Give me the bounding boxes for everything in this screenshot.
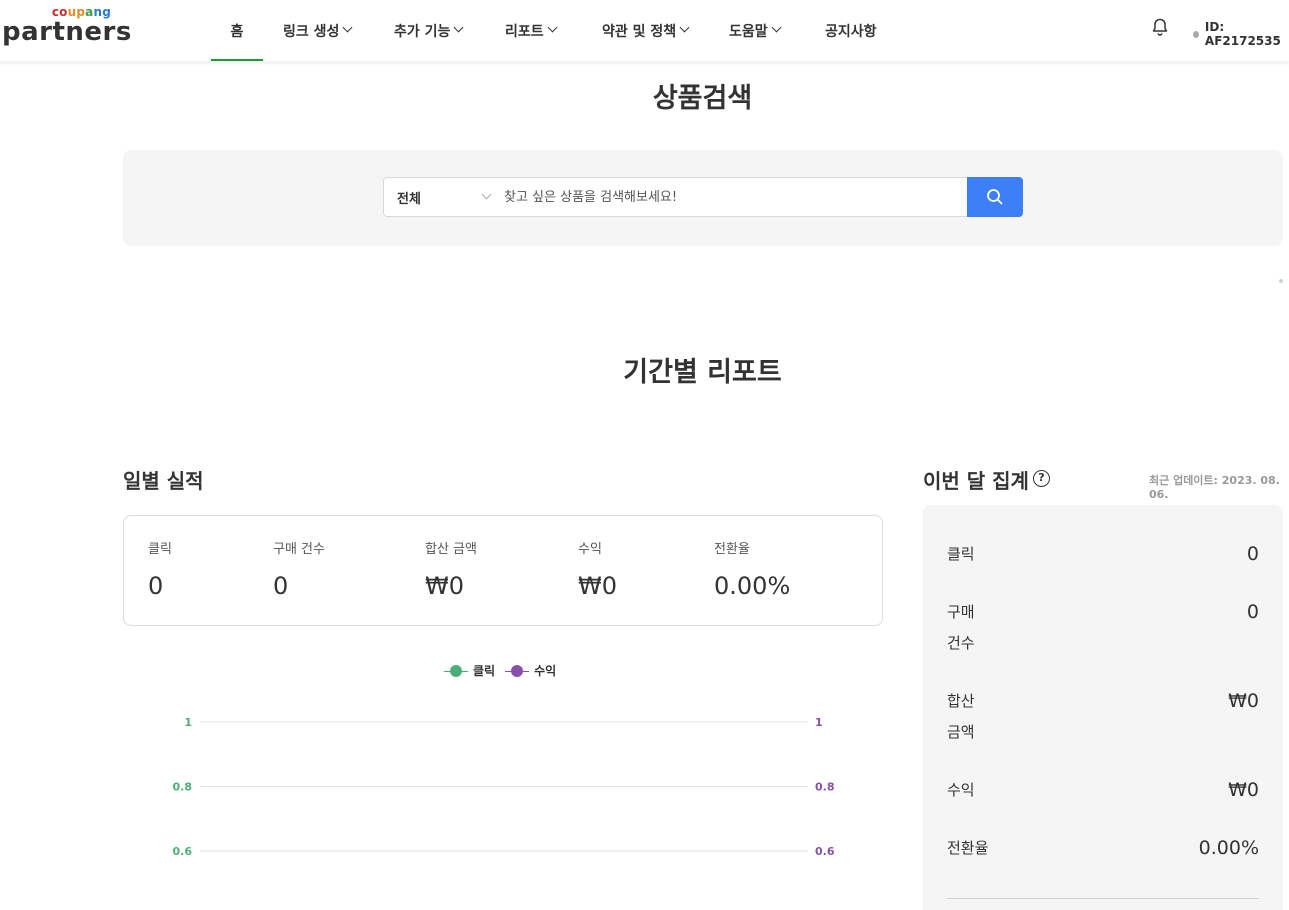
stat-label: 구매 건수 bbox=[273, 542, 325, 557]
stat-conversion-rate: 전환율 0.00% bbox=[714, 538, 790, 600]
nav-item-label: 홈 bbox=[230, 23, 244, 40]
coupang-partners-logo[interactable]: coupang partners bbox=[2, 5, 131, 49]
stat-purchases: 구매 건수 0 bbox=[273, 538, 325, 600]
divider bbox=[947, 898, 1259, 899]
nav-item[interactable]: 약관 및 정책 bbox=[582, 0, 709, 61]
search-input[interactable] bbox=[498, 177, 967, 217]
monthly-row-value: 0.00% bbox=[1198, 837, 1259, 859]
stat-label: 수익 bbox=[578, 542, 602, 557]
daily-chart: 1 1 0.8 0.8 0.6 0.6 bbox=[173, 716, 835, 858]
legend-marker-icon bbox=[444, 664, 468, 678]
legend-item-clicks[interactable]: 클릭 bbox=[444, 662, 495, 679]
legend-marker-icon bbox=[505, 664, 530, 678]
stat-label: 클릭 bbox=[148, 542, 172, 557]
stat-value: 0 bbox=[148, 572, 164, 600]
nav-item-label: 추가 기능 bbox=[394, 23, 451, 40]
nav-item[interactable]: 링크 생성 bbox=[263, 0, 374, 61]
product-search-title: 상품검색 bbox=[652, 83, 753, 114]
monthly-row-label: 클릭 bbox=[947, 545, 975, 563]
stat-value: 0.00% bbox=[714, 572, 791, 600]
y-left-tick-label: 0.8 bbox=[173, 781, 193, 794]
monthly-row-label: 전환율 bbox=[947, 839, 989, 857]
legend-label: 수익 bbox=[534, 664, 557, 678]
last-update-text: 최근 업데이트: 2023. 08. 06. bbox=[1149, 474, 1280, 501]
decorative-dot bbox=[1279, 279, 1283, 283]
monthly-row-value: 0 bbox=[1246, 601, 1259, 623]
chevron-down-icon bbox=[771, 22, 782, 33]
chart-legend: 클릭 수익 bbox=[444, 662, 566, 679]
stat-value: ₩0 bbox=[578, 572, 617, 600]
chevron-down-icon bbox=[547, 22, 558, 33]
chevron-down-icon bbox=[679, 22, 690, 33]
help-icon[interactable]: ? bbox=[1033, 470, 1050, 487]
category-select[interactable]: 전체 bbox=[383, 177, 498, 217]
category-select-value: 전체 bbox=[397, 191, 421, 207]
nav-item[interactable]: 홈 bbox=[211, 0, 263, 61]
search-icon bbox=[987, 189, 1003, 205]
monthly-row-label: 합산 금액 bbox=[947, 692, 975, 741]
daily-stats-card: 클릭 0 구매 건수 0 합산 금액 ₩0 수익 ₩0 전환율 0.00% bbox=[123, 515, 883, 626]
top-header: coupang partners 홈 링크 생성 추가 기능 리포트 약관 및 정책 도움… bbox=[0, 0, 1289, 61]
chevron-down-icon bbox=[481, 189, 492, 199]
nav-item-label: 도움말 bbox=[729, 23, 768, 40]
monthly-row-label: 구매 건수 bbox=[947, 603, 975, 652]
nav-item[interactable]: 공지사항 bbox=[805, 0, 885, 61]
user-id-menu[interactable]: ID: AF2172535 bbox=[1193, 20, 1289, 48]
chevron-down-icon bbox=[453, 22, 464, 33]
nav-item[interactable]: 리포트 bbox=[485, 0, 582, 61]
main-nav: 홈 링크 생성 추가 기능 리포트 약관 및 정책 도움말 공지사항 bbox=[211, 0, 885, 61]
stat-clicks: 클릭 0 bbox=[148, 538, 172, 600]
y-right-tick-label: 0.8 bbox=[815, 781, 835, 794]
monthly-row-value: ₩0 bbox=[1228, 690, 1259, 712]
stat-label: 합산 금액 bbox=[425, 542, 477, 557]
stat-value: 0 bbox=[273, 572, 289, 600]
nav-item-label: 공지사항 bbox=[825, 23, 877, 40]
search-button[interactable] bbox=[967, 177, 1023, 217]
status-dot bbox=[1193, 30, 1199, 38]
stat-value: ₩0 bbox=[425, 572, 464, 600]
y-right-tick-label: 1 bbox=[815, 716, 823, 729]
legend-label: 클릭 bbox=[473, 664, 496, 678]
stat-revenue: 수익 ₩0 bbox=[578, 538, 617, 600]
stat-total-amount: 합산 금액 ₩0 bbox=[425, 538, 477, 600]
y-left-tick-label: 1 bbox=[184, 716, 192, 729]
notification-bell-icon[interactable] bbox=[1150, 17, 1170, 37]
nav-item-label: 약관 및 정책 bbox=[602, 23, 677, 40]
monthly-summary-card: 클릭 0 구매 건수 0 합산 금액 ₩0 수익 ₩0 전환율 0.00% bbox=[923, 505, 1283, 910]
monthly-row-value: 0 bbox=[1246, 543, 1259, 565]
legend-item-revenue[interactable]: 수익 bbox=[505, 662, 556, 679]
chevron-down-icon bbox=[342, 22, 353, 33]
period-report-title: 기간별 리포트 bbox=[623, 357, 782, 388]
monthly-row-value: ₩0 bbox=[1228, 779, 1259, 801]
monthly-row-label: 수익 bbox=[947, 781, 975, 799]
user-id-label: ID: AF2172535 bbox=[1204, 20, 1281, 48]
nav-item[interactable]: 도움말 bbox=[709, 0, 805, 61]
nav-item[interactable]: 추가 기능 bbox=[374, 0, 485, 61]
search-box: 전체 bbox=[383, 177, 1023, 217]
stat-label: 전환율 bbox=[714, 542, 750, 557]
y-right-tick-label: 0.6 bbox=[815, 845, 835, 858]
monthly-summary-title: 이번 달 집계 bbox=[923, 469, 1029, 493]
daily-performance-title: 일별 실적 bbox=[123, 469, 204, 493]
nav-item-label: 리포트 bbox=[505, 23, 544, 40]
nav-item-label: 링크 생성 bbox=[283, 23, 340, 40]
logo-partners-text: partners bbox=[2, 17, 132, 47]
y-left-tick-label: 0.6 bbox=[173, 845, 193, 858]
